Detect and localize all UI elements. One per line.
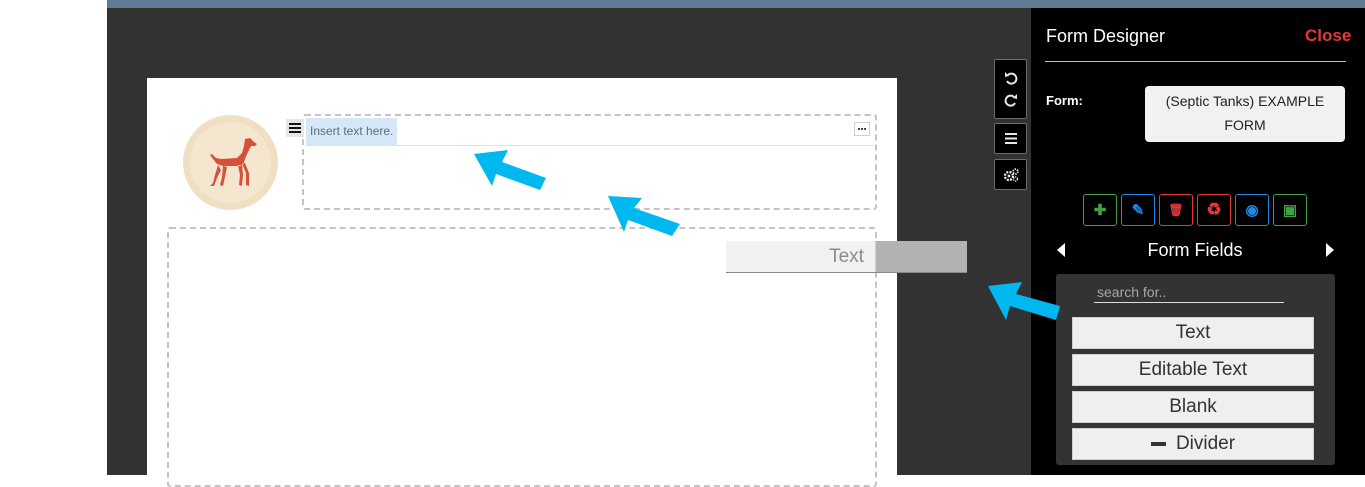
add-field-button[interactable]: ✚ xyxy=(1083,194,1117,226)
form-fields-title: Form Fields xyxy=(1147,240,1243,260)
menu-icon xyxy=(1004,133,1017,144)
pencil-icon: ✎ xyxy=(1131,202,1145,219)
form-name-display[interactable]: (Septic Tanks) EXAMPLE FORM xyxy=(1145,86,1345,142)
form-label: Form: xyxy=(1046,93,1083,108)
field-label: Editable Text xyxy=(1138,359,1248,380)
top-bar xyxy=(107,0,1365,8)
field-blank-button[interactable]: Blank xyxy=(1072,391,1314,423)
edit-button[interactable]: ✎ xyxy=(1121,194,1155,226)
settings-button[interactable] xyxy=(994,159,1027,190)
next-arrow-icon[interactable] xyxy=(1326,243,1334,257)
dog-icon xyxy=(209,137,257,186)
search-input[interactable] xyxy=(1094,281,1284,303)
divider-icon xyxy=(1150,442,1166,446)
form-designer-app: Insert text here. Text Form Designer Clo… xyxy=(0,0,1365,487)
recycle-icon: ♻ xyxy=(1206,200,1222,219)
settings-cogs-icon xyxy=(1003,167,1019,182)
undo-redo-group[interactable] xyxy=(994,59,1027,119)
company-logo xyxy=(183,115,278,210)
annotation-arrow-icon xyxy=(988,282,1060,320)
text-field-placeholder[interactable]: Insert text here. xyxy=(306,118,398,145)
panel-divider xyxy=(1045,61,1346,62)
panel-title: Form Designer xyxy=(1046,26,1166,46)
redo-icon[interactable] xyxy=(1004,93,1018,107)
field-label: Divider xyxy=(1175,433,1236,454)
undo-icon[interactable] xyxy=(1004,71,1018,85)
field-divider-button[interactable]: Divider xyxy=(1072,428,1314,460)
delete-button[interactable]: 🗑 xyxy=(1159,194,1193,226)
plus-icon: ✚ xyxy=(1093,202,1107,219)
field-label: Text xyxy=(1175,322,1211,343)
trash-icon: 🗑 xyxy=(1168,203,1184,217)
preview-button[interactable]: ◉ xyxy=(1235,194,1269,226)
more-options-icon[interactable] xyxy=(854,122,870,136)
field-label: Blank xyxy=(1169,396,1217,417)
drag-handle-icon[interactable] xyxy=(286,119,304,137)
text-field-underline xyxy=(306,145,874,146)
field-editable-text-button[interactable]: Editable Text xyxy=(1072,354,1314,386)
field-text-button[interactable]: Text xyxy=(1072,317,1314,349)
prev-arrow-icon[interactable] xyxy=(1057,243,1065,257)
annotation-arrow-icon xyxy=(474,150,546,190)
save-icon: ▣ xyxy=(1282,202,1298,219)
close-button[interactable]: Close xyxy=(1305,26,1351,46)
save-button[interactable]: ▣ xyxy=(1273,194,1307,226)
eye-icon: ◉ xyxy=(1245,202,1259,219)
menu-button[interactable] xyxy=(994,123,1027,154)
dragged-text-field[interactable]: Text xyxy=(726,241,967,273)
recycle-button[interactable]: ♻ xyxy=(1197,194,1231,226)
annotation-arrow-icon xyxy=(608,196,680,236)
